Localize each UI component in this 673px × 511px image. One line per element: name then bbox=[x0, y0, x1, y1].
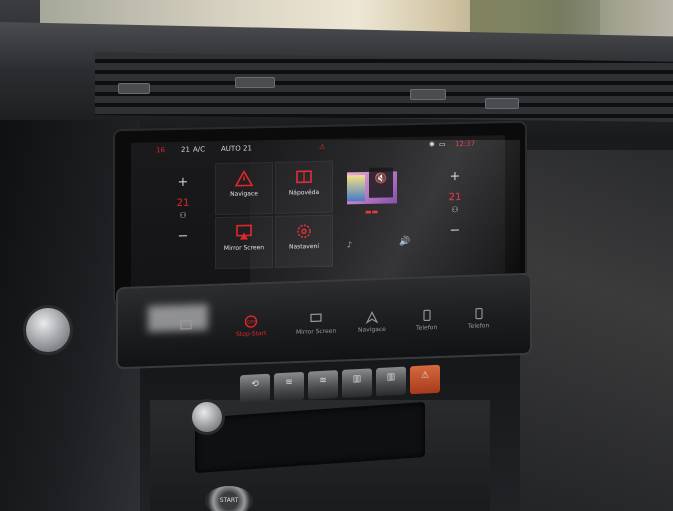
car-dashboard-scene: 16 21 A/C AUTO 21 ⚠ ✱ ▭ 12:37 + 21 ⚇ − N… bbox=[0, 0, 673, 511]
volume-icon[interactable]: 🔊 bbox=[399, 237, 410, 247]
tile-navigace[interactable]: Navigace bbox=[215, 161, 273, 216]
hw-button-recirculation[interactable]: ⟲ bbox=[240, 373, 270, 404]
tile-label: Navigace bbox=[230, 190, 258, 198]
touch-mirror-screen[interactable]: Mirror Screen bbox=[296, 312, 336, 336]
album-art-inner bbox=[347, 175, 365, 202]
status-warning-icon: ⚠ bbox=[319, 142, 326, 151]
hazard-button[interactable]: ⚠ bbox=[410, 364, 440, 395]
touch-label: Stop-Start bbox=[236, 330, 267, 339]
phone-icon bbox=[423, 309, 431, 322]
touch-telefon-2[interactable]: Telefon bbox=[468, 306, 489, 330]
left-temp-plus-button[interactable]: + bbox=[163, 175, 203, 190]
left-climate-column: + 21 ⚇ − bbox=[163, 175, 203, 244]
hw-button-seat-heat-left[interactable]: ▥ bbox=[342, 368, 372, 398]
tile-label: Nastavení bbox=[288, 242, 320, 251]
vent-tab-right[interactable] bbox=[485, 98, 519, 109]
hw-button-seat-heat-right[interactable]: ▥ bbox=[376, 366, 406, 397]
touch-stop-start[interactable]: OFF Stop-Start bbox=[236, 314, 266, 338]
media-widget[interactable]: 🔇 ▬▬ ♪ 🔊 bbox=[337, 163, 433, 261]
start-stop-engine-button[interactable]: START bbox=[205, 486, 253, 511]
phone-icon bbox=[475, 307, 483, 320]
status-auto: AUTO bbox=[221, 144, 241, 154]
vent-tab-middle[interactable] bbox=[235, 77, 275, 88]
tile-label: Nápověda bbox=[288, 188, 320, 197]
touch-label: Navigace bbox=[358, 325, 386, 334]
help-book-icon bbox=[296, 170, 312, 184]
vent-tab-left[interactable] bbox=[118, 83, 150, 94]
media-status-indicator: ▬▬ bbox=[365, 207, 379, 217]
status-fan: 21 bbox=[181, 145, 190, 154]
vent-tab-center[interactable] bbox=[410, 89, 446, 100]
mirror-screen-icon bbox=[236, 224, 252, 240]
mirror-screen-icon bbox=[310, 313, 322, 323]
settings-gear-icon bbox=[297, 224, 311, 239]
hw-button-rear-defrost[interactable]: ≋ bbox=[308, 370, 338, 400]
bluetooth-icon: ✱ bbox=[429, 140, 435, 149]
left-control-knob[interactable] bbox=[26, 308, 70, 352]
touch-label: Telefon bbox=[416, 324, 438, 332]
right-dashboard-panel bbox=[520, 150, 673, 511]
right-temp-minus-button[interactable]: − bbox=[435, 223, 475, 239]
right-temp-value: 21 bbox=[448, 191, 462, 204]
tile-nastaveni[interactable]: Nastavení bbox=[275, 214, 333, 268]
stop-start-icon: OFF bbox=[245, 315, 258, 328]
touch-label: Telefon bbox=[468, 322, 490, 330]
infotainment-screen: 16 21 A/C AUTO 21 ⚠ ✱ ▭ 12:37 + 21 ⚇ − N… bbox=[131, 135, 505, 293]
touch-shortcut-bar: OFF Stop-Start Mirror Screen Navigace Te… bbox=[118, 274, 530, 368]
warning-triangle-icon bbox=[235, 170, 253, 187]
hw-button-front-defrost[interactable]: ≋ bbox=[274, 371, 304, 402]
volume-knob[interactable] bbox=[192, 402, 222, 432]
tile-napoveda[interactable]: Nápověda bbox=[275, 160, 333, 214]
left-temp-value: 21 bbox=[176, 197, 190, 209]
touch-telefon[interactable]: Telefon bbox=[416, 308, 437, 332]
left-seat-icon[interactable]: ⚇ bbox=[163, 210, 203, 220]
right-seat-icon[interactable]: ⚇ bbox=[435, 205, 475, 215]
home-icon bbox=[180, 320, 192, 330]
tile-mirror-screen[interactable]: Mirror Screen bbox=[215, 215, 273, 270]
navigation-icon bbox=[365, 311, 379, 324]
status-time: 12:37 bbox=[455, 139, 476, 149]
status-left-temp: 16 bbox=[156, 146, 165, 155]
touch-home[interactable] bbox=[178, 317, 194, 334]
left-temp-minus-button[interactable]: − bbox=[163, 229, 203, 244]
touch-navigace[interactable]: Navigace bbox=[358, 310, 386, 334]
right-temp-plus-button[interactable]: + bbox=[435, 169, 475, 185]
right-climate-column: + 21 ⚇ − bbox=[435, 169, 475, 239]
music-note-icon[interactable]: ♪ bbox=[347, 240, 352, 249]
phone-status-icon: ▭ bbox=[439, 140, 446, 149]
tile-label: Mirror Screen bbox=[223, 244, 265, 252]
svg-text:OFF: OFF bbox=[247, 319, 256, 325]
air-vent bbox=[95, 52, 673, 122]
status-ac: A/C bbox=[193, 145, 206, 154]
status-right-fan: 21 bbox=[243, 144, 252, 153]
touch-label: Mirror Screen bbox=[296, 327, 337, 336]
mute-icon[interactable]: 🔇 bbox=[369, 167, 393, 198]
